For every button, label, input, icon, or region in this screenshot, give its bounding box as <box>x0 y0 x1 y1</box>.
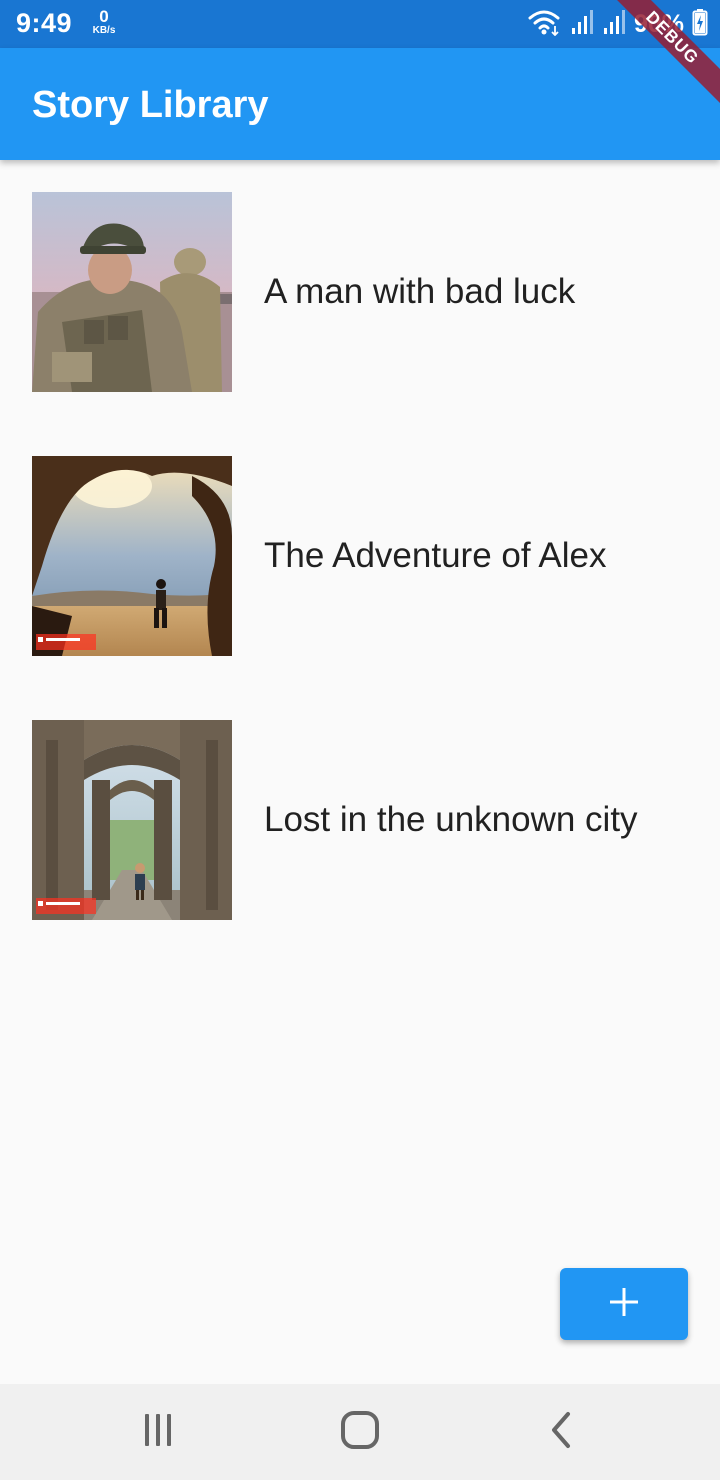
home-button[interactable] <box>336 1408 384 1456</box>
story-list-item[interactable]: A man with bad luck <box>0 160 720 424</box>
app-bar: Story Library <box>0 48 720 160</box>
recent-apps-icon <box>140 1412 176 1453</box>
add-story-button[interactable] <box>560 1268 688 1340</box>
network-speed-unit: KB/s <box>92 25 116 36</box>
battery-charging-icon <box>692 8 708 41</box>
story-title: A man with bad luck <box>264 272 576 311</box>
story-list: A man with bad luck The Adventure of Ale… <box>0 160 720 952</box>
status-time: 9:49 <box>16 8 73 38</box>
story-list-item[interactable]: Lost in the unknown city <box>0 688 720 952</box>
network-speed-value: 0 <box>99 7 109 26</box>
signal-icon <box>570 8 594 41</box>
back-button[interactable] <box>538 1408 586 1456</box>
status-bar: 9:49 0 KB/s 90% <box>0 0 720 48</box>
network-speed: 0 KB/s <box>88 8 120 36</box>
navigation-bar <box>0 1384 720 1480</box>
story-thumbnail <box>32 720 232 920</box>
home-icon <box>340 1410 380 1455</box>
story-title: Lost in the unknown city <box>264 800 638 839</box>
story-list-item[interactable]: The Adventure of Alex <box>0 424 720 688</box>
plus-icon <box>608 1286 640 1323</box>
recent-apps-button[interactable] <box>134 1408 182 1456</box>
wifi-icon <box>528 8 562 41</box>
story-title: The Adventure of Alex <box>264 536 607 575</box>
page-title: Story Library <box>32 84 269 126</box>
back-icon <box>546 1410 578 1455</box>
story-thumbnail <box>32 192 232 392</box>
status-icons: 90% <box>528 8 708 40</box>
battery-level: 90% <box>633 9 684 38</box>
story-thumbnail <box>32 456 232 656</box>
signal-icon <box>602 8 626 41</box>
